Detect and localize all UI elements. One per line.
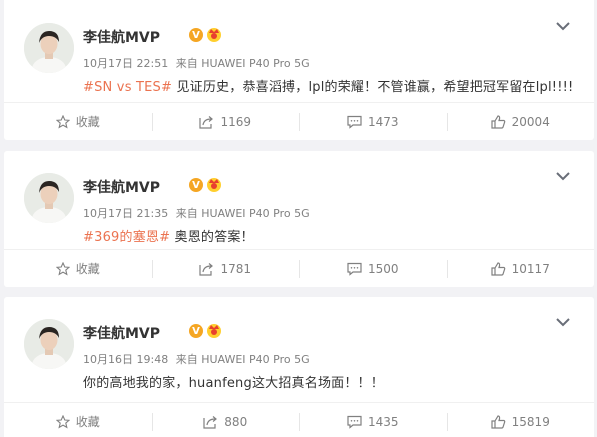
favorite-button[interactable]: 收藏	[4, 250, 152, 287]
post-card: 李佳航MVP V 10月17日 21:35 来自 HUAWEI P40 Pro …	[4, 151, 594, 287]
chevron-down-icon[interactable]	[556, 317, 570, 327]
favorite-button[interactable]: 收藏	[4, 403, 152, 437]
thumbs-up-icon	[491, 114, 505, 129]
post-content: #SN vs TES# 见证历史，恭喜滔搏，lpl的荣耀！不管谁赢，希望把冠军留…	[83, 76, 573, 95]
post-source: 来自 HUAWEI P40 Pro 5G	[175, 353, 310, 366]
verified-v-icon[interactable]: V	[189, 324, 203, 338]
avatar-image	[24, 319, 74, 369]
favorite-label: 收藏	[75, 262, 100, 276]
like-count: 20004	[511, 114, 550, 129]
comment-button[interactable]: 1435	[299, 403, 447, 437]
comment-icon	[347, 415, 362, 429]
repost-button[interactable]: 1781	[151, 250, 300, 287]
like-button[interactable]: 20004	[446, 103, 595, 140]
post-text: 见证历史，恭喜滔搏，lpl的荣耀！不管谁赢，希望把冠军留在lpl!!!!	[172, 80, 574, 95]
verified-v-icon[interactable]: V	[189, 178, 203, 192]
comment-count: 1473	[367, 114, 399, 129]
avatar-image	[24, 173, 74, 223]
comment-count: 1500	[367, 261, 399, 276]
thumbs-up-icon	[491, 261, 505, 276]
crown-icon[interactable]	[205, 25, 223, 43]
post-meta: 10月16日 19:48 来自 HUAWEI P40 Pro 5G	[83, 351, 310, 367]
like-button[interactable]: 10117	[446, 250, 595, 287]
like-count: 10117	[511, 261, 550, 276]
author-name[interactable]: 李佳航MVP	[83, 27, 160, 47]
thumbs-up-icon	[491, 414, 505, 429]
post-meta: 10月17日 22:51 来自 HUAWEI P40 Pro 5G	[83, 55, 310, 71]
comment-button[interactable]: 1500	[299, 250, 447, 287]
author-badges: V	[189, 321, 223, 339]
post-content: #369的塞恩# 奥恩的答案！	[83, 226, 254, 245]
comment-button[interactable]: 1473	[299, 103, 447, 140]
star-icon	[55, 261, 70, 276]
chevron-down-icon[interactable]	[556, 21, 570, 31]
post-time[interactable]: 10月17日 21:35	[83, 207, 168, 220]
action-bar: 收藏 1169 1473 20004	[4, 102, 594, 140]
post-source: 来自 HUAWEI P40 Pro 5G	[175, 207, 310, 220]
author-name[interactable]: 李佳航MVP	[83, 323, 160, 343]
crown-icon[interactable]	[205, 175, 223, 193]
repost-icon	[199, 262, 214, 276]
repost-button[interactable]: 1169	[151, 103, 300, 140]
action-bar: 收藏 880 1435 15819	[4, 402, 594, 437]
post-content: 你的高地我的家，huanfeng这大招真名场面！！！	[83, 372, 384, 391]
avatar[interactable]	[24, 319, 74, 369]
post-header: 李佳航MVP V 10月17日 21:35 来自 HUAWEI P40 Pro …	[24, 171, 574, 228]
repost-count: 880	[224, 414, 248, 429]
post-time[interactable]: 10月16日 19:48	[83, 353, 168, 366]
post-meta: 10月17日 21:35 来自 HUAWEI P40 Pro 5G	[83, 205, 310, 221]
comment-count: 1435	[367, 414, 399, 429]
post-text: 奥恩的答案！	[170, 230, 254, 245]
star-icon	[55, 114, 70, 129]
action-bar: 收藏 1781 1500 10117	[4, 249, 594, 287]
favorite-label: 收藏	[75, 415, 100, 429]
author-name[interactable]: 李佳航MVP	[83, 177, 160, 197]
post-header: 李佳航MVP V 10月17日 22:51 来自 HUAWEI P40 Pro …	[24, 21, 574, 78]
repost-count: 1781	[220, 261, 252, 276]
post-header: 李佳航MVP V 10月16日 19:48 来自 HUAWEI P40 Pro …	[24, 317, 574, 374]
post-text: 你的高地我的家，huanfeng这大招真名场面！！！	[83, 376, 384, 391]
repost-button[interactable]: 880	[151, 403, 300, 437]
star-icon	[55, 414, 70, 429]
author-badges: V	[189, 25, 223, 43]
post-card: 李佳航MVP V 10月17日 22:51 来自 HUAWEI P40 Pro …	[4, 0, 594, 140]
like-count: 15819	[511, 414, 550, 429]
chevron-down-icon[interactable]	[556, 171, 570, 181]
weibo-feed: 李佳航MVP V 10月17日 22:51 来自 HUAWEI P40 Pro …	[0, 0, 597, 437]
post-card: 李佳航MVP V 10月16日 19:48 来自 HUAWEI P40 Pro …	[4, 297, 594, 437]
comment-icon	[347, 262, 362, 276]
favorite-button[interactable]: 收藏	[4, 103, 152, 140]
repost-count: 1169	[220, 114, 252, 129]
repost-icon	[203, 415, 218, 429]
comment-icon	[347, 115, 362, 129]
like-button[interactable]: 15819	[446, 403, 595, 437]
avatar-image	[24, 23, 74, 73]
hashtag-link[interactable]: #369的塞恩#	[83, 230, 170, 245]
hashtag-link[interactable]: #SN vs TES#	[83, 80, 172, 95]
author-badges: V	[189, 175, 223, 193]
verified-v-icon[interactable]: V	[189, 28, 203, 42]
repost-icon	[199, 115, 214, 129]
post-time[interactable]: 10月17日 22:51	[83, 57, 168, 70]
post-source: 来自 HUAWEI P40 Pro 5G	[175, 57, 310, 70]
favorite-label: 收藏	[75, 115, 100, 129]
crown-icon[interactable]	[205, 321, 223, 339]
avatar[interactable]	[24, 23, 74, 73]
avatar[interactable]	[24, 173, 74, 223]
